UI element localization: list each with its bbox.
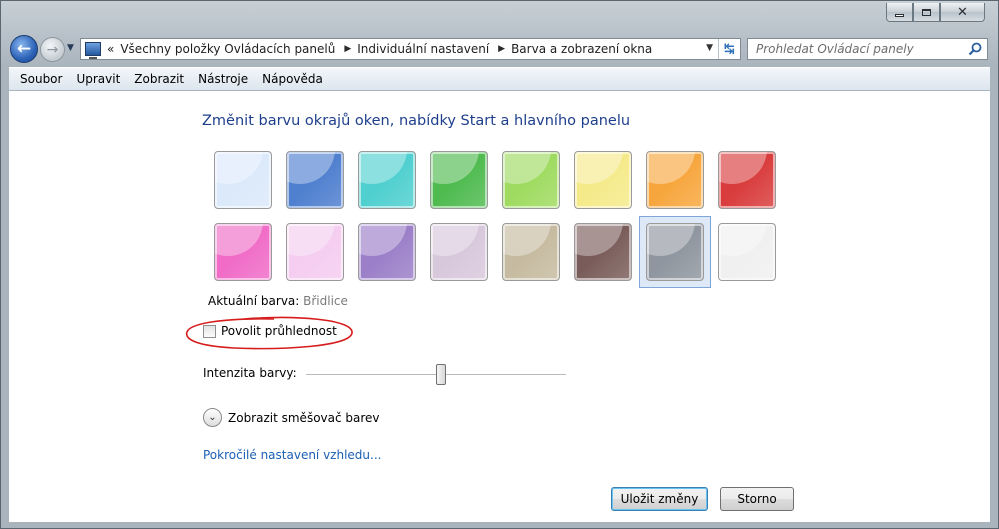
search-placeholder: Prohledat Ovládací panely: [756, 42, 914, 56]
breadcrumb-overflow[interactable]: «: [107, 42, 114, 56]
color-swatch[interactable]: [280, 217, 352, 289]
current-color-label: Aktuální barva:: [208, 294, 300, 308]
content-pane: Změnit barvu okrajů oken, nabídky Start …: [9, 91, 990, 522]
color-swatch-tile[interactable]: [646, 151, 704, 209]
breadcrumb-separator-icon[interactable]: ▶: [344, 44, 351, 54]
intensity-label: Intenzita barvy:: [203, 366, 297, 380]
color-swatch[interactable]: [496, 217, 568, 289]
arrow-left-icon: ←: [16, 39, 32, 59]
color-mixer-toggle[interactable]: ⌄ Zobrazit směšovač barev: [203, 408, 380, 427]
breadcrumb-separator-icon[interactable]: ▶: [498, 44, 505, 54]
menu-bar: Soubor Upravit Zobrazit Nástroje Nápověd…: [9, 67, 990, 91]
refresh-icon: ↹: [724, 41, 735, 57]
caption-buttons: ✕: [886, 3, 985, 23]
address-bar[interactable]: « Všechny položky Ovládacích panelů ▶ In…: [80, 38, 741, 60]
breadcrumb-personalization[interactable]: Individuální nastavení: [357, 42, 489, 56]
menu-view[interactable]: Zobrazit: [127, 72, 191, 86]
color-mixer-label[interactable]: Zobrazit směšovač barev: [228, 411, 380, 425]
back-button[interactable]: ←: [10, 35, 38, 63]
color-swatch[interactable]: [712, 217, 784, 289]
color-swatch-tile[interactable]: [214, 151, 272, 209]
color-swatch[interactable]: [640, 145, 712, 217]
save-changes-button[interactable]: Uložit změny: [611, 487, 708, 511]
menu-help[interactable]: Nápověda: [255, 72, 330, 86]
control-panel-window: ✕ ← → ▼ « Všechny položky Ovládacích pan…: [0, 0, 999, 529]
maximize-icon: [922, 8, 931, 16]
color-swatch[interactable]: [208, 145, 280, 217]
color-swatch-tile[interactable]: [502, 223, 560, 281]
color-swatch[interactable]: [280, 145, 352, 217]
refresh-button[interactable]: ↹: [718, 39, 740, 59]
color-swatch-tile[interactable]: [358, 223, 416, 281]
color-swatch[interactable]: [496, 145, 568, 217]
chevron-down-icon[interactable]: ⌄: [203, 408, 222, 427]
menu-tools[interactable]: Nástroje: [191, 72, 255, 86]
close-icon: ✕: [957, 4, 968, 20]
color-swatch[interactable]: [639, 216, 711, 288]
color-swatch-tile[interactable]: [286, 223, 344, 281]
maximize-button[interactable]: [913, 3, 940, 22]
intensity-slider-thumb[interactable]: [436, 364, 447, 385]
color-swatch[interactable]: [352, 145, 424, 217]
color-swatch[interactable]: [208, 217, 280, 289]
breadcrumb-all-items[interactable]: Všechny položky Ovládacích panelů: [120, 42, 335, 56]
color-swatch-tile[interactable]: [286, 151, 344, 209]
arrow-right-icon: →: [46, 41, 59, 58]
page-title: Změnit barvu okrajů oken, nabídky Start …: [202, 113, 631, 129]
minimize-icon: [895, 13, 904, 17]
color-swatch-tile[interactable]: [574, 223, 632, 281]
color-swatch-tile[interactable]: [430, 151, 488, 209]
menu-edit[interactable]: Upravit: [69, 72, 127, 86]
breadcrumb-window-color[interactable]: Barva a zobrazení okna: [511, 42, 652, 56]
color-swatch-tile[interactable]: [502, 151, 560, 209]
address-history-dropdown[interactable]: ▼: [706, 43, 713, 53]
menu-file[interactable]: Soubor: [13, 72, 69, 86]
close-button[interactable]: ✕: [940, 3, 985, 22]
minimize-button[interactable]: [886, 3, 913, 22]
color-swatch[interactable]: [568, 145, 640, 217]
color-swatch-tile[interactable]: [574, 151, 632, 209]
chevron-down-icon: ▼: [67, 43, 74, 53]
color-swatch-tile[interactable]: [646, 223, 704, 281]
current-color: Aktuální barva: Břidlice: [208, 294, 348, 308]
control-panel-icon: [85, 42, 101, 59]
color-swatch-tile[interactable]: [358, 151, 416, 209]
color-swatch[interactable]: [424, 217, 496, 289]
color-swatch-tile[interactable]: [214, 223, 272, 281]
color-swatch-tile[interactable]: [718, 223, 776, 281]
color-swatch[interactable]: [712, 145, 784, 217]
advanced-appearance-link[interactable]: Pokročilé nastavení vzhledu...: [203, 448, 381, 462]
color-swatch-tile[interactable]: [718, 151, 776, 209]
color-swatch[interactable]: [424, 145, 496, 217]
color-swatch-tile[interactable]: [430, 223, 488, 281]
current-color-value: Břidlice: [303, 294, 348, 308]
forward-button[interactable]: →: [40, 37, 65, 62]
search-icon[interactable]: [968, 42, 982, 56]
red-highlight-annotation: [185, 316, 353, 350]
cancel-button[interactable]: Storno: [720, 487, 794, 511]
color-swatch[interactable]: [352, 217, 424, 289]
color-swatch[interactable]: [568, 217, 640, 289]
search-input[interactable]: Prohledat Ovládací panely: [747, 38, 988, 60]
recent-pages-dropdown[interactable]: ▼: [67, 43, 74, 53]
